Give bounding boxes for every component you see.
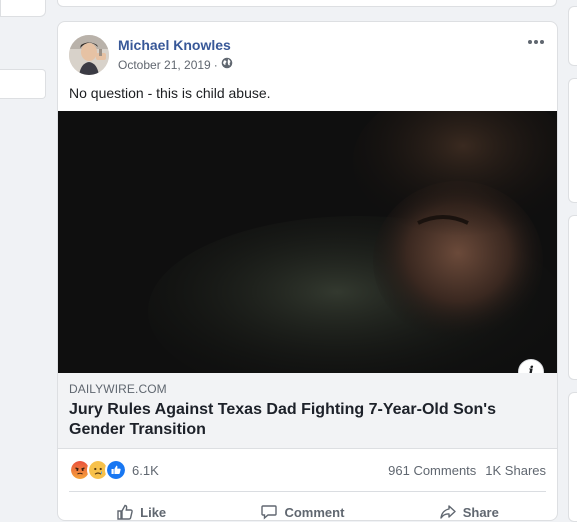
right-column-card: [568, 78, 577, 203]
previous-post-card: [57, 0, 557, 7]
author-name[interactable]: Michael Knowles: [118, 37, 231, 53]
comments-count[interactable]: 961 Comments: [388, 463, 476, 478]
like-label: Like: [140, 504, 167, 520]
comment-label: Comment: [284, 504, 345, 520]
like-icon: [105, 459, 127, 481]
dot-icon: [528, 40, 532, 44]
meta-separator: ·: [213, 57, 218, 72]
left-column-card: [0, 69, 46, 99]
reaction-count: 6.1K: [132, 462, 159, 478]
reactions-summary[interactable]: 6.1K: [69, 459, 159, 481]
share-icon: [440, 505, 456, 519]
like-button[interactable]: Like: [116, 503, 167, 520]
post-stats: 6.1K 961 Comments 1K Shares: [69, 459, 546, 481]
more-options-button[interactable]: [525, 34, 547, 50]
post-text: No question - this is child abuse.: [69, 85, 271, 101]
share-button[interactable]: Share: [439, 503, 499, 520]
post-meta: October 21, 2019 ·: [118, 57, 233, 72]
post-actions: Like Comment Share: [69, 494, 546, 520]
comment-button[interactable]: Comment: [260, 503, 345, 520]
left-column-card-top: [0, 0, 46, 17]
link-preview[interactable]: DAILYWIRE.COM Jury Rules Against Texas D…: [58, 373, 557, 449]
thumbs-up-icon: [117, 504, 133, 520]
right-column-card: [568, 392, 577, 522]
divider: [69, 491, 546, 492]
link-title[interactable]: Jury Rules Against Texas Dad Fighting 7-…: [69, 400, 539, 440]
shares-count[interactable]: 1K Shares: [485, 463, 546, 478]
share-label: Share: [462, 504, 499, 520]
link-preview-image[interactable]: [58, 111, 557, 373]
link-domain: DAILYWIRE.COM: [69, 382, 167, 396]
feed-post: Michael Knowles October 21, 2019 · No qu…: [57, 21, 558, 521]
right-column-card: [568, 215, 577, 380]
avatar[interactable]: [69, 35, 109, 75]
comment-icon: [261, 505, 278, 520]
right-column-card: [568, 6, 577, 66]
dot-icon: [534, 40, 538, 44]
dot-icon: [540, 40, 544, 44]
globe-icon[interactable]: [221, 57, 233, 72]
post-date[interactable]: October 21, 2019: [118, 58, 211, 72]
